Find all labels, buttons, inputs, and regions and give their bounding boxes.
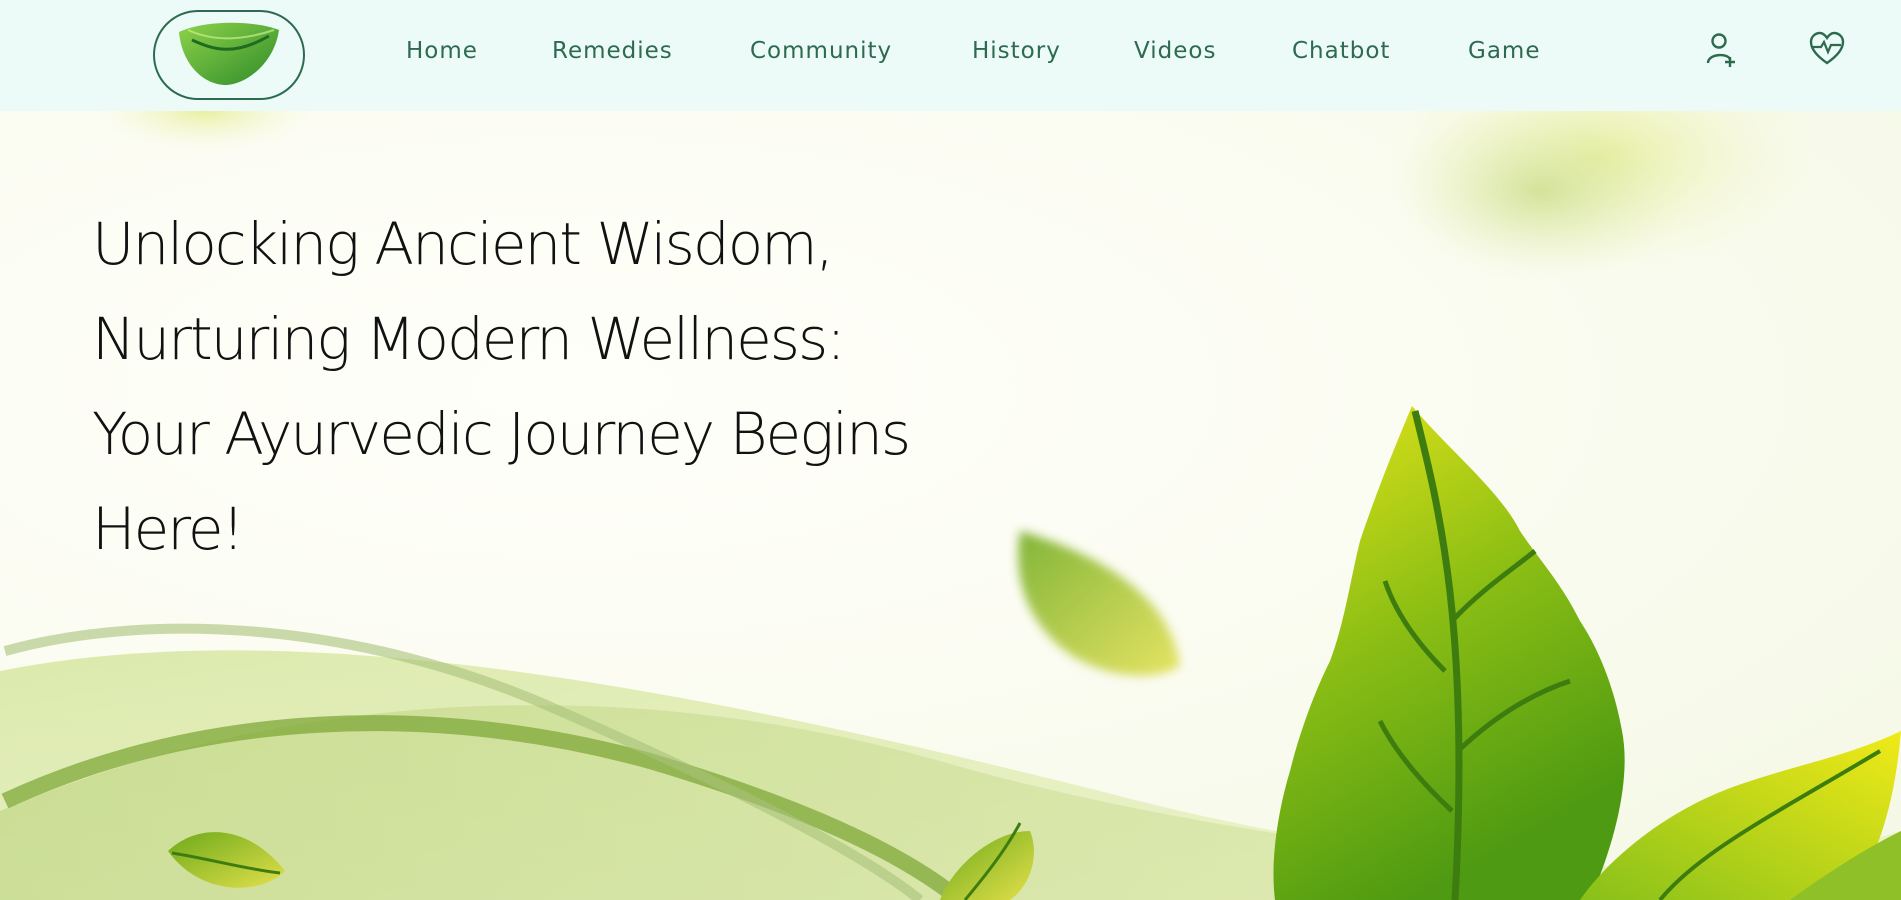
register-button[interactable] xyxy=(1703,30,1741,68)
heart-pulse-icon xyxy=(1809,31,1845,65)
nav-home[interactable]: Home xyxy=(406,38,478,64)
user-add-icon xyxy=(1706,33,1735,67)
nav-videos[interactable]: Videos xyxy=(1134,38,1216,64)
hero-section: Unlocking Ancient Wisdom, Nurturing Mode… xyxy=(0,111,1901,900)
hero-headline: Unlocking Ancient Wisdom, Nurturing Mode… xyxy=(92,197,912,577)
nav-history[interactable]: History xyxy=(972,38,1061,64)
nav-remedies[interactable]: Remedies xyxy=(552,38,673,64)
headline-line: Your Ayurvedic Journey Begins xyxy=(92,400,911,468)
nav-game[interactable]: Game xyxy=(1468,38,1540,64)
headline-line: Here! xyxy=(92,495,245,563)
health-button[interactable] xyxy=(1808,30,1846,68)
headline-line: Nurturing Modern Wellness: xyxy=(92,305,846,373)
nav-chatbot[interactable]: Chatbot xyxy=(1292,38,1390,64)
top-navbar: Home Remedies Community History Videos C… xyxy=(0,0,1901,111)
nav-community[interactable]: Community xyxy=(750,38,892,64)
headline-line: Unlocking Ancient Wisdom, xyxy=(92,210,834,278)
main-nav: Home Remedies Community History Videos C… xyxy=(0,0,1901,106)
